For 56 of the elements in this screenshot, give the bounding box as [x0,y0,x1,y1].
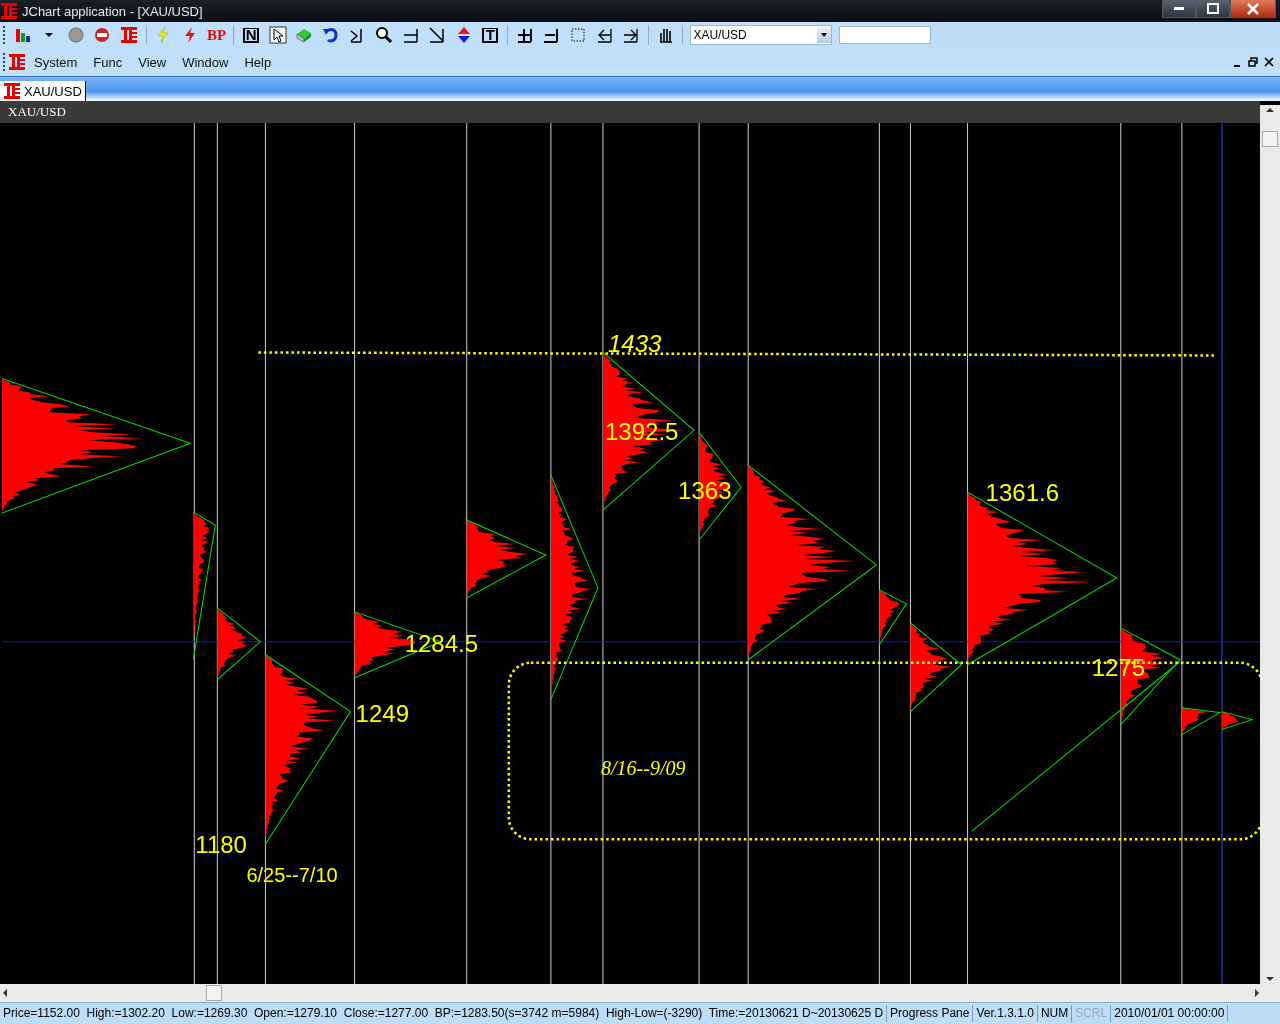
status-pane: 2010/01/01 00:00:00 [1111,1005,1229,1022]
menu-item[interactable]: View [130,54,175,70]
minimize-button[interactable] [1162,0,1196,18]
app-logo-icon [119,26,138,44]
caret-icon [45,33,54,37]
maximize-button[interactable] [1196,0,1230,18]
plus-icon [515,26,534,44]
scrollbar-thumb[interactable] [206,985,222,1001]
chart-title: XAU/USD [0,101,1260,123]
app-logo-icon [0,2,18,20]
input-field[interactable] [838,26,931,44]
dotted-box-icon [569,26,588,44]
status-pane: Progress Pane [887,1005,974,1022]
status-pane: SCRL [1072,1005,1112,1022]
app-logo-icon [8,53,26,71]
restore-icon[interactable] [1248,57,1258,67]
search-icon [375,26,393,44]
bar-chart-icon [13,26,32,44]
menu-item[interactable]: Func [85,54,131,70]
cursor-button[interactable] [266,24,290,46]
status-pane: Price=1152.00 High:=1302.20 Low:=1269.30 Open:=1279.10 Close:=1277.00 BP:=1283.50(s=3742 m=5984) High-Low=(-3290) Time:=20130621 D~20130625 D [0,1005,888,1022]
right-arrow-icon[interactable] [1252,987,1262,999]
toolbar-button[interactable]: N [243,27,260,43]
toolbar-button[interactable]: BP [204,24,229,46]
status-pane: NUM [1037,1005,1073,1022]
left-arrow-icon [595,26,614,44]
minimize-icon [1174,7,1184,10]
horizontal-line-icon [401,26,420,44]
menu-item[interactable]: System [26,54,86,70]
down-arrow-icon[interactable] [1264,974,1276,984]
close-button[interactable] [1230,0,1276,18]
close-icon [1247,2,1259,15]
menu-item[interactable]: Help [236,54,280,70]
app-logo-icon [3,82,21,100]
status-pane: Ver.1.3.1.0 [973,1005,1038,1022]
scrollbar-thumb[interactable] [1262,131,1278,147]
close-icon[interactable] [1264,57,1274,67]
right-arrow-icon [622,26,641,44]
price-label: 1433 [607,330,662,358]
price-label: 1249 [355,699,410,727]
menu-item[interactable]: Window [174,54,237,70]
price-label: 1275 [1091,653,1146,681]
tab[interactable]: XAU/USD [0,81,86,101]
diagonal-line-icon [428,26,447,44]
window-title: JChart application - [XAU/USD] [22,3,204,19]
price-label: 8/16--9/09 [600,757,686,780]
toolbar-button[interactable]: T [482,27,499,43]
cursor-icon [268,26,287,44]
disc-icon [66,26,85,44]
eraser-icon [295,26,314,44]
minus-icon [542,26,561,44]
up-arrow-icon[interactable] [1264,105,1276,115]
undo-icon [321,26,340,44]
price-label: 1361.6 [985,479,1060,507]
maximize-icon [1207,3,1219,14]
symbol-dropdown[interactable]: XAU/USD [690,25,832,45]
